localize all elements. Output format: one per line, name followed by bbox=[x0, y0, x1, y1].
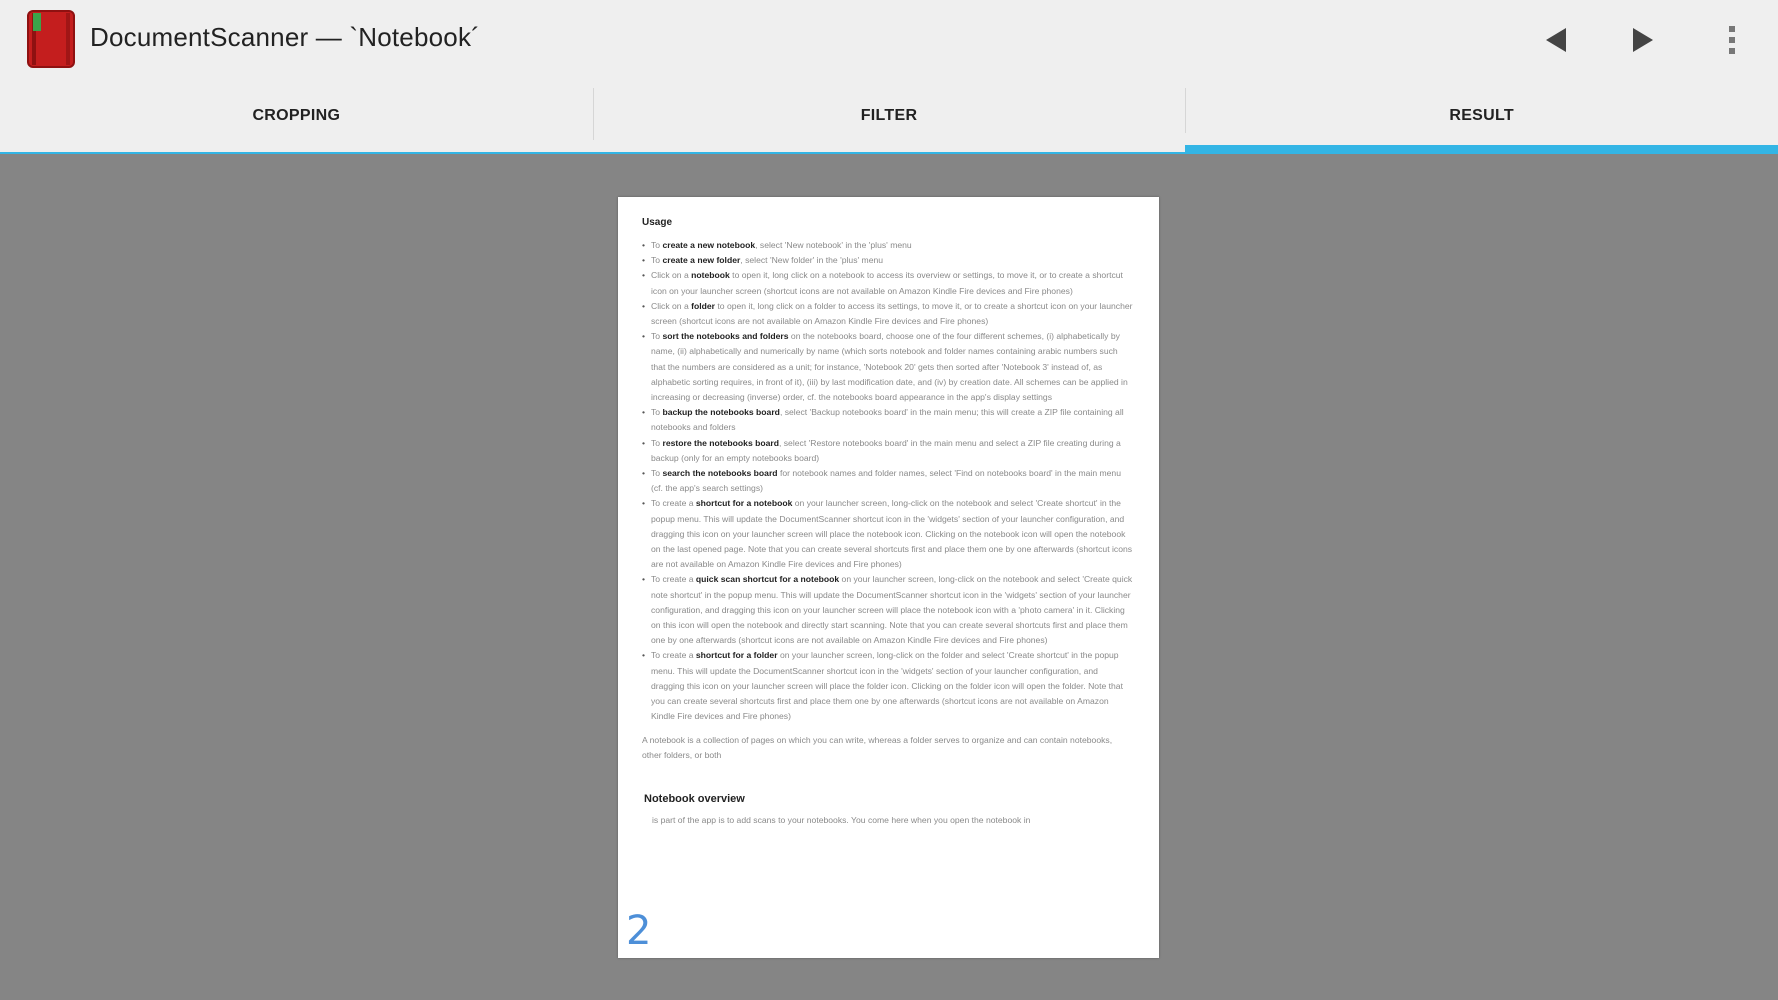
scanned-page-image[interactable]: Usage To create a new notebook, select '… bbox=[618, 197, 1159, 958]
list-item-keyword: backup the notebooks board bbox=[662, 407, 780, 418]
page-number: 2 bbox=[626, 908, 652, 954]
list-item-text: Click on a bbox=[651, 300, 692, 311]
document-list-item: Click on a notebook to open it, long cli… bbox=[642, 268, 1133, 298]
next-page-button[interactable] bbox=[1621, 18, 1665, 62]
document-heading: Usage bbox=[642, 217, 673, 228]
list-item-text: Click on a bbox=[651, 270, 692, 281]
list-item-text: on the notebooks board, choose one of th… bbox=[651, 331, 1128, 403]
tab-bar: CROPPING FILTER RESULT bbox=[0, 80, 1778, 154]
notebook-app-icon[interactable] bbox=[26, 9, 76, 69]
list-item-text: To bbox=[651, 255, 663, 266]
tab-cropping[interactable]: CROPPING bbox=[0, 80, 593, 154]
tab-cropping-label: CROPPING bbox=[252, 107, 341, 124]
overflow-menu-button[interactable] bbox=[1710, 18, 1754, 62]
list-item-keyword: restore the notebooks board bbox=[662, 437, 779, 448]
triangle-right-icon bbox=[1633, 28, 1653, 52]
document-usage-list: To create a new notebook, select 'New no… bbox=[642, 238, 1133, 725]
list-item-text: , select 'New folder' in the 'plus' menu bbox=[740, 255, 884, 266]
document-list-item: To restore the notebooks board, select '… bbox=[642, 436, 1133, 466]
app-title: DocumentScanner — `Notebook´ bbox=[90, 22, 481, 52]
list-item-text: To bbox=[651, 331, 663, 342]
list-item-keyword: notebook bbox=[691, 270, 730, 281]
list-item-text: on your launcher screen, long-click on t… bbox=[651, 574, 1133, 646]
action-bar: DocumentScanner — `Notebook´ bbox=[0, 0, 1778, 80]
list-item-text: to open it, long click on a folder to ac… bbox=[651, 300, 1133, 327]
document-list-item: To search the notebooks board for notebo… bbox=[642, 466, 1133, 496]
list-item-keyword: sort the notebooks and folders bbox=[662, 331, 789, 342]
list-item-text: To create a bbox=[651, 498, 696, 509]
list-item-keyword: create a new folder bbox=[662, 255, 741, 266]
vertical-dots-icon bbox=[1729, 26, 1735, 54]
document-list-item: To create a quick scan shortcut for a no… bbox=[642, 572, 1133, 648]
document-list-item: To create a new folder, select 'New fold… bbox=[642, 253, 1133, 268]
list-item-keyword: shortcut for a folder bbox=[695, 650, 778, 661]
document-list-item: Click on a folder to open it, long click… bbox=[642, 299, 1133, 329]
list-item-text: , select 'New notebook' in the 'plus' me… bbox=[755, 240, 912, 250]
list-item-text: To bbox=[651, 468, 663, 479]
list-item-text: on your launcher screen, long-click on t… bbox=[651, 650, 1123, 722]
tab-filter-label: FILTER bbox=[860, 107, 918, 124]
document-list-item: To create a new notebook, select 'New no… bbox=[642, 238, 1133, 253]
list-item-text: To bbox=[651, 437, 663, 448]
result-preview-area: Usage To create a new notebook, select '… bbox=[0, 154, 1778, 1000]
list-item-keyword: search the notebooks board bbox=[662, 468, 778, 479]
list-item-text: To bbox=[651, 240, 663, 250]
document-list-item: To sort the notebooks and folders on the… bbox=[642, 329, 1133, 405]
list-item-keyword: quick scan shortcut for a notebook bbox=[695, 574, 840, 585]
document-list-item: To backup the notebooks board, select 'B… bbox=[642, 405, 1133, 435]
previous-page-button[interactable] bbox=[1534, 18, 1578, 62]
list-item-keyword: shortcut for a notebook bbox=[695, 498, 793, 509]
triangle-left-icon bbox=[1546, 28, 1566, 52]
tab-result-label: RESULT bbox=[1449, 106, 1514, 124]
list-item-keyword: create a new notebook bbox=[662, 240, 756, 250]
document-subheading: Notebook overview bbox=[644, 792, 745, 805]
tab-filter[interactable]: FILTER bbox=[592, 80, 1186, 154]
list-item-text: To bbox=[651, 407, 663, 418]
list-item-text: To create a bbox=[651, 650, 696, 661]
list-item-text: on your launcher screen, long-click on t… bbox=[651, 498, 1133, 570]
list-item-keyword: folder bbox=[691, 300, 715, 311]
document-paragraph: A notebook is a collection of pages on w… bbox=[642, 734, 1113, 760]
document-list-item: To create a shortcut for a notebook on y… bbox=[642, 496, 1133, 572]
document-list-item: To create a shortcut for a folder on you… bbox=[642, 648, 1133, 724]
tab-result[interactable]: RESULT bbox=[1185, 80, 1778, 154]
list-item-text: To create a bbox=[651, 574, 696, 585]
document-bottom-text: is part of the app is to add scans to yo… bbox=[652, 814, 1031, 825]
